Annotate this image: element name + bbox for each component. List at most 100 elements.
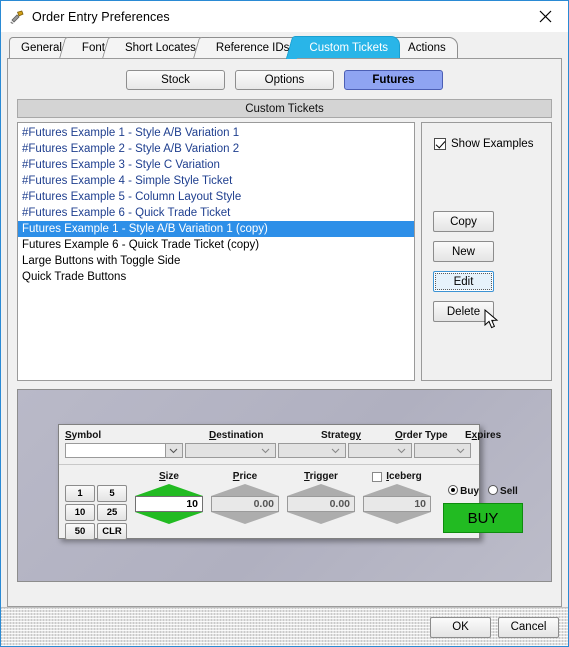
- size-input[interactable]: 10: [135, 496, 203, 512]
- list-item[interactable]: #Futures Example 3 - Style C Variation: [18, 157, 414, 173]
- sell-label: Sell: [500, 486, 518, 497]
- qty-button-1[interactable]: 1: [65, 485, 95, 502]
- radio-sell[interactable]: Sell: [488, 481, 518, 499]
- buy-button-label: BUY: [467, 509, 499, 527]
- delete-button[interactable]: Delete: [433, 301, 494, 322]
- qty-label: CLR: [102, 526, 122, 537]
- trigger-increment-arrow[interactable]: [287, 483, 355, 496]
- buy-sell-radios: Buy Sell: [448, 481, 518, 499]
- ok-button[interactable]: OK: [430, 616, 491, 638]
- radio-buy[interactable]: Buy: [448, 481, 479, 499]
- show-examples-checkbox[interactable]: Show Examples: [434, 138, 551, 150]
- buy-action-button[interactable]: BUY: [443, 503, 523, 533]
- qty-label: 50: [74, 526, 86, 537]
- button-label: OK: [452, 621, 469, 633]
- price-increment-arrow[interactable]: [211, 483, 279, 496]
- trigger-value: 0.00: [329, 498, 350, 510]
- symbol-input[interactable]: [65, 443, 165, 458]
- segment-label: Options: [264, 74, 305, 86]
- cancel-button[interactable]: Cancel: [498, 616, 559, 638]
- qty-label: 1: [77, 488, 83, 499]
- order-type-dropdown[interactable]: [347, 443, 413, 458]
- trigger-spinner: Trigger 0.00: [287, 470, 355, 525]
- list-item[interactable]: Futures Example 6 - Quick Trade Ticket (…: [18, 237, 414, 253]
- iceberg-decrement-arrow[interactable]: [363, 512, 431, 525]
- segment-button-options[interactable]: Options: [235, 70, 334, 90]
- qty-label: 5: [109, 488, 115, 499]
- list-item-label: #Futures Example 2 - Style A/B Variation…: [22, 143, 240, 155]
- iceberg-value: 10: [414, 498, 426, 510]
- copy-button[interactable]: Copy: [433, 211, 494, 232]
- button-label: Delete: [446, 305, 481, 318]
- symbol-dropdown-arrow[interactable]: [164, 443, 184, 458]
- preview-order-row: 1 5 10 25 50 CLR Size 10 Price 0.00 Trig…: [59, 465, 523, 540]
- iceberg-input[interactable]: 10: [363, 496, 431, 512]
- hammer-icon: [9, 9, 25, 25]
- ticket-preview-panel: Symbol Destination Strategy Order Type E…: [17, 389, 552, 582]
- chevron-down-icon: [329, 444, 342, 457]
- qty-button-5[interactable]: 5: [97, 485, 127, 502]
- preview-field-labels: Symbol Destination Strategy Order Type E…: [65, 430, 501, 441]
- expires-dropdown[interactable]: [414, 443, 471, 458]
- strategy-dropdown[interactable]: [277, 443, 346, 458]
- dialog-button-bar: OK Cancel: [1, 607, 568, 646]
- list-item-label: #Futures Example 6 - Quick Trade Ticket: [22, 207, 231, 219]
- trigger-input[interactable]: 0.00: [287, 496, 355, 512]
- size-decrement-arrow[interactable]: [135, 512, 203, 525]
- size-label: Size: [158, 471, 179, 482]
- group-header: Custom Tickets: [17, 99, 552, 118]
- qty-button-10[interactable]: 10: [65, 504, 95, 521]
- list-item[interactable]: Large Buttons with Toggle Side: [18, 253, 414, 269]
- strategy-label: Strategy: [321, 430, 362, 441]
- show-examples-label: Show Examples: [451, 138, 534, 150]
- segment-button-futures[interactable]: Futures: [344, 70, 443, 90]
- tab-actions[interactable]: Actions: [394, 37, 458, 58]
- list-item[interactable]: #Futures Example 1 - Style A/B Variation…: [18, 125, 414, 141]
- order-type-label: Order Type: [395, 430, 448, 441]
- iceberg-checkbox[interactable]: Iceberg: [372, 470, 422, 483]
- title-bar: Order Entry Preferences: [1, 1, 568, 32]
- edit-button[interactable]: Edit: [433, 271, 494, 292]
- button-label: Edit: [453, 275, 474, 288]
- qty-label: 25: [106, 507, 118, 518]
- price-value: 0.00: [253, 498, 274, 510]
- destination-dropdown[interactable]: [185, 443, 276, 458]
- iceberg-label: Iceberg: [386, 471, 422, 482]
- button-label: Cancel: [510, 621, 547, 633]
- iceberg-increment-arrow[interactable]: [363, 483, 431, 496]
- order-entry-preferences-window: Order Entry Preferences General Font Sho…: [0, 0, 569, 647]
- list-item[interactable]: Quick Trade Buttons: [18, 269, 414, 285]
- tab-label: Short Locates: [124, 42, 196, 54]
- preview-field-row: Symbol Destination Strategy Order Type E…: [59, 425, 501, 465]
- size-increment-arrow[interactable]: [135, 483, 203, 496]
- tab-strip: General Font Short Locates Reference IDs…: [1, 36, 568, 58]
- close-icon[interactable]: [522, 1, 568, 31]
- price-input[interactable]: 0.00: [211, 496, 279, 512]
- expires-label: Expires: [465, 430, 502, 441]
- trigger-decrement-arrow[interactable]: [287, 512, 355, 525]
- list-item[interactable]: #Futures Example 2 - Style A/B Variation…: [18, 141, 414, 157]
- side-selector: Buy Sell BUY: [443, 481, 523, 533]
- button-label: New: [451, 245, 475, 258]
- size-spinner: Size 10: [135, 470, 203, 525]
- price-decrement-arrow[interactable]: [211, 512, 279, 525]
- list-item-selected[interactable]: Futures Example 1 - Style A/B Variation …: [18, 221, 414, 237]
- new-button[interactable]: New: [433, 241, 494, 262]
- destination-label: Destination: [209, 430, 264, 441]
- qty-button-25[interactable]: 25: [97, 504, 127, 521]
- buy-label: Buy: [460, 486, 480, 497]
- list-item[interactable]: #Futures Example 6 - Quick Trade Ticket: [18, 205, 414, 221]
- list-item[interactable]: #Futures Example 5 - Column Layout Style: [18, 189, 414, 205]
- list-item-label: #Futures Example 4 - Simple Style Ticket: [22, 175, 233, 187]
- preview-inputs: [65, 443, 473, 458]
- list-item-label: Quick Trade Buttons: [22, 271, 127, 283]
- tab-label: Custom Tickets: [309, 41, 389, 54]
- list-item[interactable]: #Futures Example 4 - Simple Style Ticket: [18, 173, 414, 189]
- qty-button-clr[interactable]: CLR: [97, 523, 127, 540]
- segment-button-stock[interactable]: Stock: [126, 70, 225, 90]
- tab-custom-tickets[interactable]: Custom Tickets: [295, 36, 401, 58]
- radio-dot: [488, 484, 499, 495]
- qty-button-50[interactable]: 50: [65, 523, 95, 540]
- ticket-action-buttons: Copy New Edit Delete: [433, 211, 494, 322]
- custom-tickets-list[interactable]: #Futures Example 1 - Style A/B Variation…: [17, 122, 415, 381]
